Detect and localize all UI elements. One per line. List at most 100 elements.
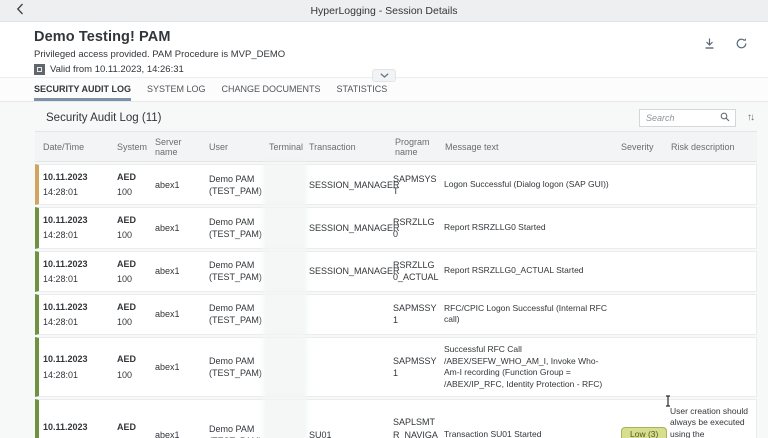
table-body: 10.11.2023 14:28:01 AED 100 abex1 Demo PAM… bbox=[35, 164, 757, 438]
cell-system: AED100 bbox=[117, 215, 137, 241]
cell-program-name: RSRZLLG0 bbox=[393, 216, 435, 239]
column-header-transaction: Transaction bbox=[309, 141, 356, 152]
column-header-system: System bbox=[117, 141, 148, 152]
table-title: Security Audit Log (11) bbox=[46, 111, 162, 124]
cell-system: AED100 bbox=[117, 172, 137, 198]
cell-program-name: SAPMSSY1 bbox=[393, 355, 437, 379]
cell-system: AED100 bbox=[117, 422, 137, 438]
cell-message-text: Transaction SU01 Started bbox=[444, 428, 542, 438]
table-row[interactable]: 10.11.2023 14:28:01 AED 100 abex1 Demo PAM… bbox=[35, 164, 757, 206]
back-button[interactable] bbox=[12, 0, 28, 22]
cell-server-name: abex1 bbox=[155, 266, 180, 277]
column-header-risk-description: Risk description bbox=[671, 141, 735, 152]
cell-risk-description bbox=[667, 265, 757, 277]
cell-risk-description bbox=[667, 308, 757, 320]
sort-icon: ↑↓ bbox=[747, 112, 755, 123]
cell-server-name: abex1 bbox=[155, 361, 180, 372]
cell-terminal bbox=[265, 208, 305, 248]
sort-button[interactable]: ↑↓ bbox=[745, 110, 755, 125]
cell-program-name: SAPLSMTR_NAVIGATION bbox=[393, 417, 438, 438]
cell-server-name: abex1 bbox=[155, 179, 180, 190]
cell-server-name: abex1 bbox=[155, 309, 180, 320]
cell-severity bbox=[617, 361, 667, 373]
cell-terminal bbox=[265, 294, 305, 335]
column-header-severity: Severity bbox=[621, 141, 654, 152]
chevron-left-icon bbox=[16, 2, 24, 20]
cell-server-name: abex1 bbox=[155, 429, 180, 438]
cell-terminal bbox=[265, 338, 305, 396]
table-row[interactable]: 10.11.202314:28:10 AED100 abex1 Demo PAM… bbox=[35, 399, 757, 438]
cell-datetime: 10.11.2023 14:28:01 bbox=[43, 215, 88, 241]
cell-datetime: 10.11.2023 14:28:01 bbox=[43, 354, 88, 380]
cell-risk-description bbox=[667, 222, 757, 234]
cell-severity: Low (3) bbox=[617, 421, 668, 438]
window-title: HyperLogging - Session Details bbox=[310, 4, 458, 17]
cell-terminal bbox=[265, 165, 305, 205]
collapse-header-button[interactable] bbox=[372, 69, 396, 82]
cell-user: Demo PAM (TEST_PAM) bbox=[209, 216, 262, 239]
tab-security-audit-log[interactable]: SECURITY AUDIT LOG bbox=[34, 84, 132, 101]
tab-change-documents[interactable]: CHANGE DOCUMENTS bbox=[222, 84, 321, 101]
cell-risk-description bbox=[667, 361, 757, 373]
tab-system-log[interactable]: SYSTEM LOG bbox=[147, 84, 206, 101]
cell-system: AED100 bbox=[117, 258, 137, 284]
cell-system: AED100 bbox=[117, 301, 137, 327]
cell-message-text: RFC/CPIC Logon Successful (Internal RFC … bbox=[444, 303, 607, 325]
cell-severity bbox=[617, 222, 667, 234]
cell-message-text: Report RSRZLLG0 Started bbox=[444, 222, 546, 233]
page-title: Demo Testing! PAM bbox=[34, 29, 171, 45]
search-icon bbox=[720, 109, 730, 127]
cell-severity bbox=[617, 179, 667, 191]
cell-datetime: 10.11.2023 14:28:01 bbox=[43, 258, 88, 284]
search-input[interactable] bbox=[646, 112, 720, 123]
tab-statistics[interactable]: STATISTICS bbox=[337, 84, 388, 101]
table-toolbar: Security Audit Log (11) ↑↓ bbox=[0, 105, 768, 130]
column-header-user: User bbox=[209, 141, 229, 152]
column-header-terminal: Terminal bbox=[269, 141, 304, 152]
cell-user: Demo PAM (TEST_PAM) bbox=[209, 173, 262, 196]
cell-transaction bbox=[305, 361, 391, 373]
page-subtitle: Privileged access provided. PAM Procedur… bbox=[34, 49, 286, 60]
cell-message-text: Logon Successful (Dialog logon (SAP GUI)… bbox=[444, 178, 609, 189]
cell-datetime: 10.11.2023 14:28:01 bbox=[43, 172, 88, 198]
shell-bar: HyperLogging - Session Details bbox=[0, 0, 768, 22]
cell-user: Demo PAM (TEST_PAM) bbox=[209, 303, 262, 326]
valid-from-text: Valid from 10.11.2023, 14:26:31 bbox=[50, 64, 184, 75]
cell-transaction: SESSION_MANAGER bbox=[309, 222, 400, 233]
download-icon bbox=[703, 38, 716, 53]
search-box bbox=[639, 108, 736, 127]
refresh-button[interactable] bbox=[733, 35, 750, 52]
table-row[interactable]: 10.11.2023 14:28:01 AED 100 abex1 Demo PAM… bbox=[35, 250, 757, 292]
cell-user: Demo PAM (TEST_PAM) bbox=[209, 260, 262, 283]
cell-terminal bbox=[265, 251, 305, 291]
column-header-message-text: Message text bbox=[445, 141, 499, 152]
cell-risk-description: User creation should always be executed … bbox=[670, 406, 748, 438]
record-square-icon bbox=[34, 64, 45, 75]
cell-message-text: Report RSRZLLG0_ACTUAL Started bbox=[444, 265, 584, 276]
column-header-program-name: Program name bbox=[395, 136, 430, 157]
cell-transaction: SESSION_MANAGER bbox=[309, 179, 400, 190]
cell-datetime: 10.11.2023 14:28:01 bbox=[43, 301, 88, 327]
cell-program-name: RSRZLLG0_ACTUAL bbox=[393, 260, 439, 283]
cell-message-text: Successful RFC Call /ABEX/SEFW_WHO_AM_I,… bbox=[444, 344, 603, 389]
cell-program-name: SAPMSYST bbox=[393, 173, 437, 196]
cell-risk-description bbox=[667, 179, 757, 191]
cell-program-name: SAPMSSY1 bbox=[393, 303, 437, 326]
cell-transaction: SESSION_MANAGER bbox=[309, 266, 400, 277]
severity-badge: Low (3) bbox=[621, 426, 668, 438]
download-button[interactable] bbox=[701, 35, 718, 52]
table-column-headers: Date/Time System Server name User Termin… bbox=[35, 131, 757, 162]
table-row[interactable]: 10.11.2023 14:28:01 AED 100 abex1 Demo PAM… bbox=[35, 293, 757, 336]
cell-server-name: abex1 bbox=[155, 222, 180, 233]
chevron-down-icon bbox=[379, 73, 389, 78]
cell-datetime: 10.11.202314:28:10 bbox=[43, 422, 88, 438]
table-panel: Security Audit Log (11) ↑↓ Date/Time Sys… bbox=[0, 102, 768, 438]
table-row[interactable]: 10.11.2023 14:28:01 AED 100 abex1 Demo PAM… bbox=[35, 337, 757, 397]
refresh-icon bbox=[735, 38, 748, 53]
cell-severity bbox=[617, 265, 667, 277]
cell-terminal bbox=[265, 400, 305, 438]
column-header-datetime: Date/Time bbox=[43, 141, 85, 152]
cell-severity bbox=[617, 308, 667, 320]
cell-user: Demo PAM (TEST_PAM) bbox=[209, 355, 262, 379]
table-row[interactable]: 10.11.2023 14:28:01 AED 100 abex1 Demo PAM… bbox=[35, 207, 757, 249]
